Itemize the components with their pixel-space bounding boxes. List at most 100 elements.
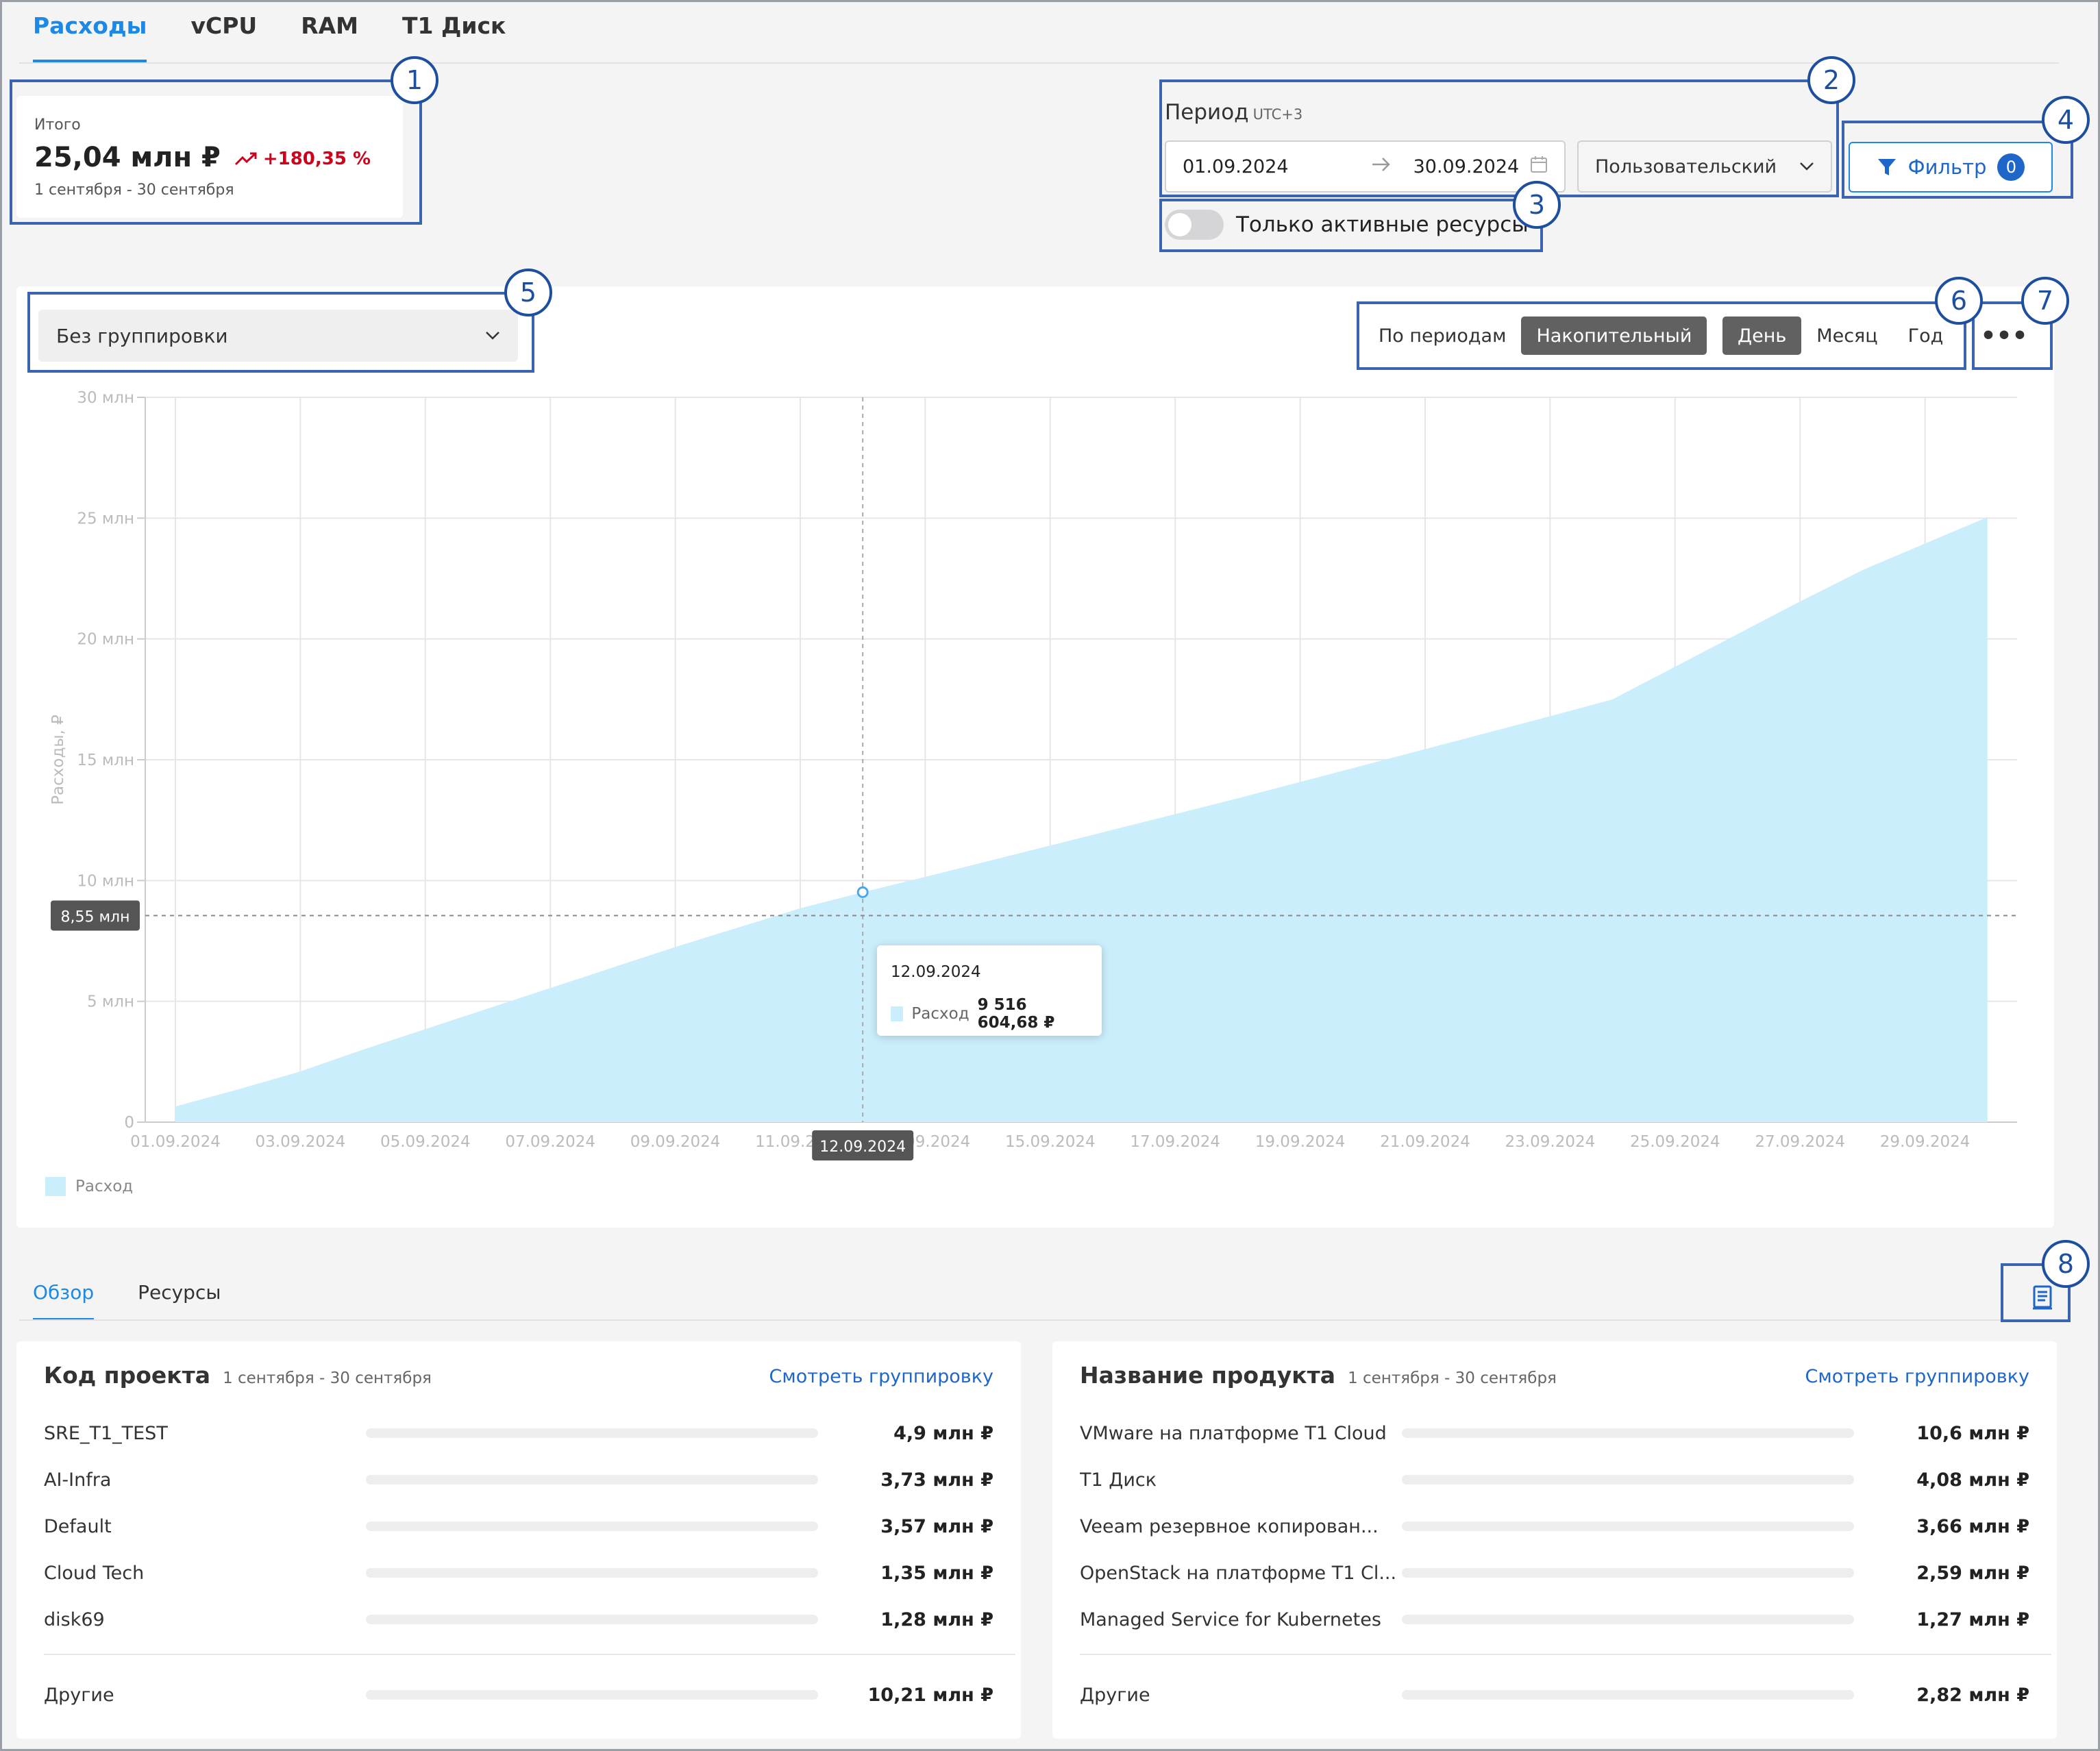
item-value: 3,73 млн ₽	[880, 1469, 993, 1491]
item-value: 4,9 млн ₽	[893, 1422, 993, 1444]
item-name: Другие	[44, 1684, 114, 1706]
item-bar	[1402, 1690, 1854, 1700]
item-bar	[366, 1615, 818, 1624]
item-bar	[366, 1568, 818, 1578]
y-tick-label: 10 млн	[77, 872, 134, 890]
hover-point	[856, 886, 869, 898]
panel-range: 1 сентября - 30 сентября	[223, 1369, 432, 1387]
panel-title: Код проекта	[44, 1362, 211, 1389]
view-grouping-link[interactable]: Смотреть группировку	[769, 1366, 993, 1387]
list-item[interactable]: Veeam резервное копирован... 3,66 млн ₽	[1080, 1513, 2029, 1540]
product-name-panel: Название продукта 1 сентября - 30 сентябр…	[1052, 1341, 2057, 1739]
panel-divider	[44, 1654, 1015, 1655]
item-bar	[1402, 1428, 1854, 1438]
crosshair-x-label: 12.09.2024	[819, 1139, 906, 1156]
list-item[interactable]: disk69 1,28 млн ₽	[44, 1606, 993, 1633]
list-item[interactable]: Default 3,57 млн ₽	[44, 1513, 993, 1540]
x-tick-label: 15.09.2024	[1005, 1133, 1096, 1151]
callout-badge-7: 7	[2021, 277, 2069, 325]
chart-tooltip: 12.09.2024 Расход 9 516 604,68 ₽	[877, 945, 1102, 1036]
item-name: Managed Service for Kubernetes	[1080, 1609, 1381, 1630]
item-value: 1,28 млн ₽	[880, 1609, 993, 1630]
tab-resources[interactable]: Ресурсы	[138, 1281, 221, 1321]
x-tick-label: 27.09.2024	[1755, 1133, 1845, 1151]
item-name: SRE_T1_TEST	[44, 1422, 168, 1444]
x-tick-label: 05.09.2024	[380, 1133, 471, 1151]
callout-badge-3: 3	[1513, 181, 1561, 229]
crosshair-y-label: 8,55 млн	[60, 908, 129, 926]
callout-frame-5	[27, 292, 534, 373]
item-name: VMware на платформе T1 Cloud	[1080, 1422, 1387, 1444]
y-axis-title: Расходы, ₽	[49, 715, 67, 805]
callout-badge-6: 6	[1935, 277, 1983, 325]
item-value: 2,59 млн ₽	[1916, 1562, 2029, 1584]
x-tick-label: 17.09.2024	[1130, 1133, 1220, 1151]
list-item[interactable]: Т1 Диск 4,08 млн ₽	[1080, 1466, 2029, 1493]
list-item[interactable]: Cloud Tech 1,35 млн ₽	[44, 1559, 993, 1587]
list-item[interactable]: SRE_T1_TEST 4,9 млн ₽	[44, 1419, 993, 1447]
callout-badge-4: 4	[2042, 96, 2090, 144]
item-value: 10,21 млн ₽	[867, 1684, 994, 1706]
item-bar	[366, 1522, 818, 1531]
callout-frame-1	[10, 79, 422, 225]
tooltip-date: 12.09.2024	[891, 963, 981, 981]
x-tick-label: 25.09.2024	[1630, 1133, 1720, 1151]
y-tick-label: 15 млн	[77, 752, 134, 769]
item-name: disk69	[44, 1609, 105, 1630]
item-value: 4,08 млн ₽	[1916, 1469, 2029, 1491]
item-name: OpenStack на платформе T1 Cl...	[1080, 1562, 1397, 1584]
x-tick-label: 29.09.2024	[1880, 1133, 1971, 1151]
list-item-other[interactable]: Другие 2,82 млн ₽	[1080, 1681, 2029, 1709]
panel-divider	[1080, 1654, 2051, 1655]
panel-title: Название продукта	[1080, 1362, 1336, 1389]
list-item[interactable]: AI-Infra 3,73 млн ₽	[44, 1466, 993, 1493]
callout-frame-6	[1357, 301, 1966, 370]
list-item-other[interactable]: Другие 10,21 млн ₽	[44, 1681, 993, 1709]
sub-tabs: Обзор Ресурсы	[33, 1281, 221, 1321]
callout-badge-5: 5	[504, 269, 552, 316]
item-bar	[366, 1428, 818, 1438]
item-name: Veeam резервное копирован...	[1080, 1515, 1379, 1537]
x-tick-label: 01.09.2024	[130, 1133, 221, 1151]
item-bar	[366, 1690, 818, 1700]
item-bar	[366, 1475, 818, 1485]
y-tick-label: 25 млн	[77, 510, 134, 527]
x-tick-label: 21.09.2024	[1380, 1133, 1470, 1151]
y-tick-label: 5 млн	[87, 993, 134, 1011]
callout-badge-2: 2	[1807, 56, 1855, 104]
item-bar	[1402, 1568, 1854, 1578]
x-tick-label: 03.09.2024	[256, 1133, 346, 1151]
callout-frame-3	[1159, 199, 1543, 252]
tooltip-series: Расход	[911, 1005, 969, 1023]
item-value: 1,35 млн ₽	[880, 1562, 993, 1584]
view-grouping-link[interactable]: Смотреть группировку	[1805, 1366, 2029, 1387]
item-name: Default	[44, 1515, 112, 1537]
callout-badge-1: 1	[391, 56, 438, 104]
x-tick-label: 19.09.2024	[1255, 1133, 1346, 1151]
legend-label: Расход	[75, 1178, 134, 1195]
x-tick-label: 23.09.2024	[1505, 1133, 1596, 1151]
project-code-panel: Код проекта 1 сентября - 30 сентября Смот…	[16, 1341, 1021, 1739]
item-value: 1,27 млн ₽	[1916, 1609, 2029, 1630]
tab-overview[interactable]: Обзор	[33, 1281, 95, 1321]
callout-badge-8: 8	[2042, 1240, 2090, 1288]
item-value: 2,82 млн ₽	[1916, 1684, 2029, 1706]
y-tick-label: 30 млн	[77, 389, 134, 407]
y-tick-label: 0	[124, 1114, 134, 1132]
tooltip-swatch	[891, 1006, 904, 1021]
item-value: 3,66 млн ₽	[1916, 1515, 2029, 1537]
item-name: Cloud Tech	[44, 1562, 145, 1584]
list-item[interactable]: VMware на платформе T1 Cloud 10,6 млн ₽	[1080, 1419, 2029, 1447]
callout-frame-2	[1159, 79, 1839, 197]
item-name: Т1 Диск	[1080, 1469, 1157, 1491]
item-name: Другие	[1080, 1684, 1150, 1706]
panel-range: 1 сентября - 30 сентября	[1348, 1369, 1557, 1387]
item-bar	[1402, 1475, 1854, 1485]
item-name: AI-Infra	[44, 1469, 112, 1491]
list-item[interactable]: Managed Service for Kubernetes 1,27 млн ₽	[1080, 1606, 2029, 1633]
legend-swatch	[45, 1177, 66, 1196]
chart-legend[interactable]: Расход	[45, 1177, 133, 1196]
item-value: 3,57 млн ₽	[880, 1515, 993, 1537]
list-item[interactable]: OpenStack на платформе T1 Cl... 2,59 млн …	[1080, 1559, 2029, 1587]
x-tick-label: 07.09.2024	[505, 1133, 595, 1151]
